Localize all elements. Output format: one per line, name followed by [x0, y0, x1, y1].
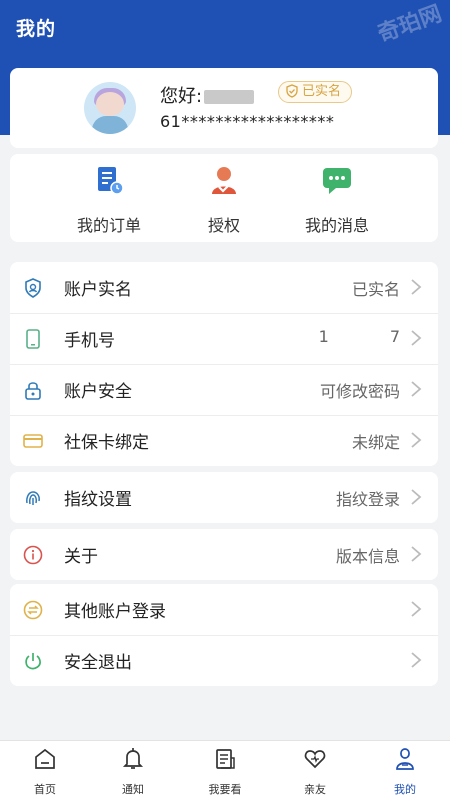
chevron-right-icon — [411, 652, 422, 668]
my-orders-button[interactable]: 我的订单 — [54, 164, 164, 236]
tab-label: 我要看 — [208, 783, 242, 796]
verified-badge: 已实名 — [278, 81, 353, 103]
settings-row-value: 可修改密码 — [319, 382, 400, 401]
settings-row-label: 安全退出 — [64, 653, 132, 673]
tab-mine[interactable]: 我的 — [360, 747, 450, 797]
phone-icon — [26, 329, 40, 349]
greeting-text: 您好: — [160, 86, 203, 107]
quick-actions-card: 我的订单 授权 我的消息 — [10, 154, 438, 242]
settings-row-value: 已实名 — [351, 280, 400, 299]
settings-row-phone[interactable]: 手机号 1 7 — [10, 313, 438, 364]
user-icon — [396, 748, 414, 770]
fingerprint-icon — [26, 491, 40, 505]
tab-label: 我的 — [394, 783, 416, 796]
authorize-label: 授权 — [207, 216, 240, 235]
masked-name — [204, 90, 255, 104]
settings-row-value: 版本信息 — [335, 547, 400, 566]
authorize-button[interactable]: 授权 — [169, 164, 279, 236]
authorize-icon — [212, 167, 236, 194]
heart-icon — [304, 750, 326, 769]
settings-row-label: 指纹设置 — [64, 490, 132, 510]
tab-notifications[interactable]: 通知 — [88, 747, 178, 797]
account-settings-card: 账户实名 已实名 手机号 1 7 账户安全 可修改密码 社保卡绑定 未绑定 — [10, 262, 438, 466]
tab-browse[interactable]: 我要看 — [180, 747, 270, 797]
chevron-right-icon — [411, 432, 422, 448]
chevron-right-icon — [411, 546, 422, 562]
bottom-tab-bar: 首页 通知 我要看 亲友 我的 — [0, 740, 450, 800]
profile-card[interactable]: 您好: 已实名 61****************** — [10, 68, 438, 148]
document-icon — [216, 749, 235, 769]
chevron-right-icon — [411, 279, 422, 295]
my-orders-label: 我的订单 — [76, 216, 141, 235]
settings-row-value: 1 7 — [318, 327, 400, 346]
tab-home[interactable]: 首页 — [0, 747, 90, 797]
avatar[interactable] — [84, 82, 136, 134]
tab-label: 亲友 — [304, 783, 326, 796]
chevron-right-icon — [411, 381, 422, 397]
fingerprint-card: 指纹设置 指纹登录 — [10, 472, 438, 523]
switch-account-icon — [23, 600, 43, 620]
bell-icon — [122, 748, 144, 769]
settings-row-label: 手机号 — [64, 331, 115, 351]
settings-row-fingerprint[interactable]: 指纹设置 指纹登录 — [10, 472, 438, 523]
shield-icon — [25, 278, 41, 298]
id-number: 61****************** — [160, 112, 335, 131]
settings-row-social-card[interactable]: 社保卡绑定 未绑定 — [10, 415, 438, 466]
badge-text: 已实名 — [302, 84, 342, 99]
settings-row-label: 其他账户登录 — [64, 602, 166, 622]
my-messages-label: 我的消息 — [304, 216, 369, 235]
tab-label: 通知 — [122, 783, 144, 796]
home-icon — [35, 748, 55, 769]
my-messages-button[interactable]: 我的消息 — [282, 164, 392, 236]
settings-row-about[interactable]: 关于 版本信息 — [10, 529, 438, 580]
chevron-right-icon — [411, 601, 422, 617]
about-card: 关于 版本信息 — [10, 529, 438, 580]
info-icon — [23, 545, 43, 565]
settings-row-label: 账户安全 — [64, 382, 132, 402]
settings-row-label: 社保卡绑定 — [64, 433, 149, 453]
settings-row-label: 关于 — [64, 547, 98, 567]
other-actions-card: 其他账户登录 安全退出 — [10, 584, 438, 686]
settings-row-other-login[interactable]: 其他账户登录 — [10, 584, 438, 635]
tab-label: 首页 — [34, 783, 56, 796]
page-title: 我的 — [16, 18, 57, 40]
lock-icon — [25, 382, 41, 400]
message-icon — [323, 168, 351, 194]
greeting: 您好: — [160, 82, 255, 108]
card-icon — [23, 434, 43, 448]
power-icon — [25, 653, 41, 670]
settings-row-value: 未绑定 — [351, 433, 400, 452]
chevron-right-icon — [411, 489, 422, 505]
settings-row-logout[interactable]: 安全退出 — [10, 635, 438, 686]
settings-row-label: 账户实名 — [64, 280, 132, 300]
shield-check-icon — [286, 84, 298, 98]
tab-family[interactable]: 亲友 — [270, 747, 360, 797]
settings-row-realname[interactable]: 账户实名 已实名 — [10, 262, 438, 313]
chevron-right-icon — [411, 330, 422, 346]
order-icon — [98, 167, 124, 195]
settings-row-security[interactable]: 账户安全 可修改密码 — [10, 364, 438, 415]
settings-row-value: 指纹登录 — [335, 490, 400, 509]
